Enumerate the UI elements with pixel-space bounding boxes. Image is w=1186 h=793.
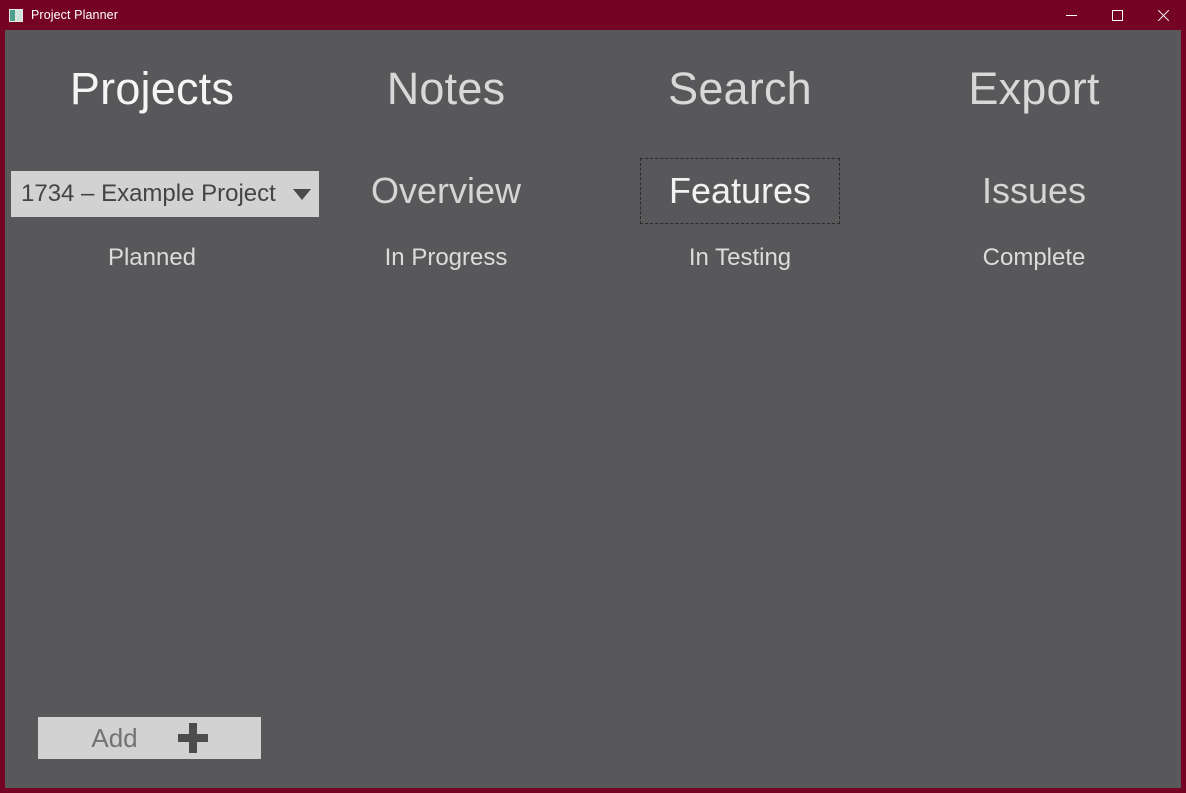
add-button[interactable]: Add xyxy=(38,717,261,759)
plus-icon xyxy=(177,723,208,753)
primary-nav: Projects Notes Search Export xyxy=(5,50,1181,126)
status-cell-in-testing: In Testing xyxy=(593,240,887,276)
status-column-in-progress[interactable]: In Progress xyxy=(385,246,508,270)
project-select-value: 1734 – Example Project xyxy=(21,182,276,206)
title-bar-left: Project Planner xyxy=(0,0,1048,30)
close-icon xyxy=(1157,9,1170,22)
status-columns: Planned In Progress In Testing Complete xyxy=(5,240,1181,276)
status-column-in-testing[interactable]: In Testing xyxy=(689,246,791,270)
maximize-icon xyxy=(1111,9,1123,21)
status-cell-complete: Complete xyxy=(887,240,1181,276)
status-column-planned[interactable]: Planned xyxy=(108,246,196,270)
status-column-complete[interactable]: Complete xyxy=(983,246,1086,270)
title-bar[interactable]: Project Planner xyxy=(0,0,1186,30)
tab-overview[interactable]: Overview xyxy=(361,169,531,213)
subnav-cell-overview: Overview xyxy=(299,152,593,230)
app-window: Project Planner Projects Notes Search Ex… xyxy=(0,0,1186,793)
nav-item-notes[interactable]: Notes xyxy=(381,64,512,113)
window-controls xyxy=(1048,0,1186,30)
nav-cell-projects: Projects xyxy=(5,50,299,126)
chevron-down-icon xyxy=(293,188,311,200)
subnav-cell-features: Features xyxy=(593,152,887,230)
status-cell-in-progress: In Progress xyxy=(299,240,593,276)
nav-cell-export: Export xyxy=(887,50,1181,126)
minimize-button[interactable] xyxy=(1048,0,1094,30)
tab-features[interactable]: Features xyxy=(639,158,841,224)
subnav-cell-issues: Issues xyxy=(887,152,1181,230)
project-select-dropdown[interactable]: 1734 – Example Project xyxy=(11,171,319,217)
status-cell-planned: Planned xyxy=(5,240,299,276)
app-window-icon xyxy=(9,8,23,22)
nav-cell-notes: Notes xyxy=(299,50,593,126)
nav-item-export[interactable]: Export xyxy=(962,64,1105,113)
window-title: Project Planner xyxy=(31,8,118,22)
maximize-button[interactable] xyxy=(1094,0,1140,30)
close-button[interactable] xyxy=(1140,0,1186,30)
add-button-label: Add xyxy=(91,723,138,753)
tab-issues[interactable]: Issues xyxy=(972,169,1096,213)
nav-cell-search: Search xyxy=(593,50,887,126)
nav-item-projects[interactable]: Projects xyxy=(64,64,240,113)
nav-item-search[interactable]: Search xyxy=(662,64,818,113)
client-area: Projects Notes Search Export Overview Fe… xyxy=(5,30,1181,788)
minimize-icon xyxy=(1065,14,1077,16)
